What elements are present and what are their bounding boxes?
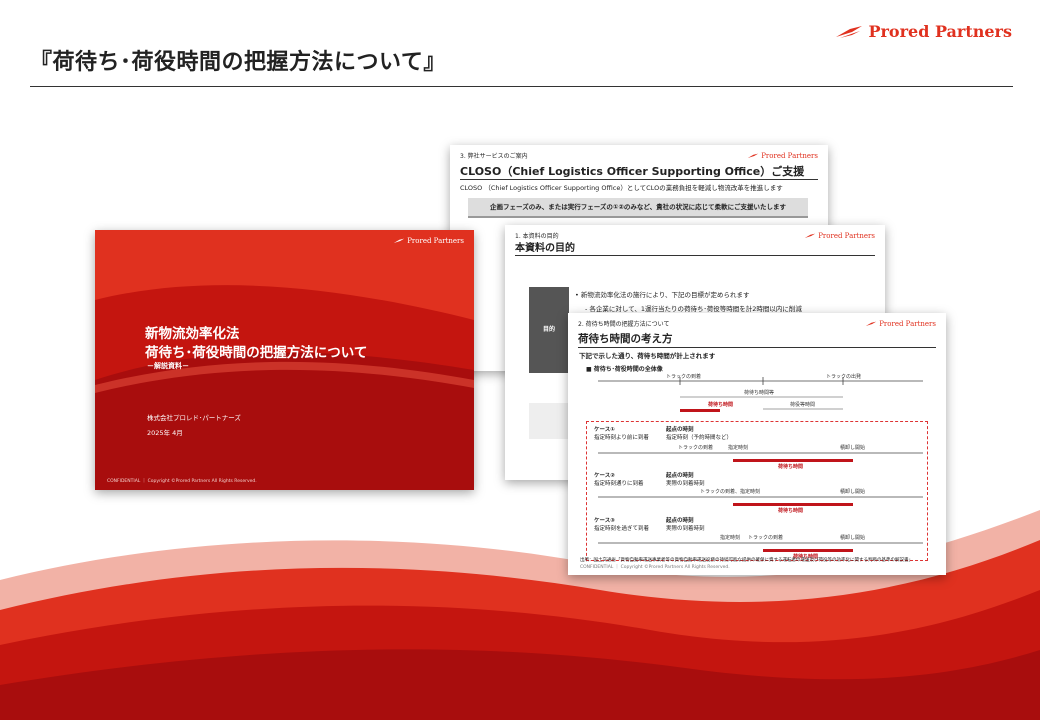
logo-mark-icon	[805, 233, 816, 238]
cover-title-line1: 新物流効率化法	[145, 326, 240, 342]
logo-mark-icon	[748, 153, 759, 158]
case-3-event-2: トラックの到着	[748, 535, 784, 541]
slide-divider	[515, 255, 875, 256]
logo-mark-icon	[394, 238, 405, 243]
case-2-name: ケース②	[594, 473, 615, 479]
purpose-lower-box	[529, 403, 569, 439]
cover-title-line2: 荷待ち･荷役時間の把握方法について	[145, 345, 368, 361]
brand-logo: Prored Partners	[834, 22, 1012, 41]
slide-logo: Prored Partners	[804, 232, 875, 240]
page-title: 『荷待ち･荷役時間の把握方法について』	[30, 50, 446, 75]
purpose-subbullet: - 各企業に対して、1運行当たりの荷待ち･荷役等時間を計2時間以内に削減	[585, 305, 802, 313]
slide-logo: Prored Partners	[747, 152, 818, 160]
waiting-etc-label: 荷待ち時間等	[744, 390, 775, 396]
slide-subtitle: CLOSO （Chief Logistics Officer Supportin…	[460, 184, 783, 192]
case-2-bar-label: 荷待ち時間	[778, 508, 804, 514]
case-1-bar-label: 荷待ち時間	[778, 464, 804, 470]
case-3-start-desc: 実際の到着時刻	[666, 526, 705, 532]
case-1-start-desc: 指定時刻（予約時間など）	[666, 435, 733, 441]
case-3-name: ケース③	[594, 518, 615, 524]
case-2-start-desc: 実際の到着時刻	[666, 481, 705, 487]
slide-divider	[460, 179, 818, 180]
cover-company: 株式会社プロレド･パートナーズ	[147, 414, 241, 422]
slide-source: 出所：国土交通省「貨物自動車運送事業者等の貨物自動車運送役務の持続可能な提供の確…	[580, 558, 913, 563]
case-2-start-label: 起点の時刻	[666, 473, 694, 479]
slide-title: CLOSO（Chief Logistics Officer Supporting…	[460, 165, 805, 178]
cover-subtitle: －解説資料－	[147, 362, 189, 370]
slide-logo: Prored Partners	[393, 237, 464, 245]
waiting-bar-label: 荷待ち時間	[708, 402, 734, 408]
case-1-event-2: 指定時刻	[728, 445, 749, 451]
case-2-event-3: 積卸し開始	[840, 489, 866, 495]
brand-logo-text: Prored Partners	[868, 22, 1012, 41]
case-1-event-1: トラックの到着	[678, 445, 714, 451]
truck-departure-label: トラックの出発	[826, 374, 862, 380]
case-3-event-3: 積卸し開始	[840, 535, 866, 541]
loading-label: 荷役等時間	[790, 402, 816, 408]
case-3-start-label: 起点の時刻	[666, 518, 694, 524]
purpose-label: 目的	[529, 287, 569, 373]
case-1-name: ケース①	[594, 427, 615, 433]
case-3-desc: 指定時刻を過ぎて到着	[594, 526, 650, 532]
slide-thumbnail-cover: Prored Partners 新物流効率化法 荷待ち･荷役時間の把握方法につい…	[95, 230, 474, 490]
case-1-start-label: 起点の時刻	[666, 427, 694, 433]
case-1-event-3: 積卸し開始	[840, 445, 866, 451]
brand-logo-mark-icon	[836, 25, 863, 38]
slide-callout-box: 企画フェーズのみ、または実行フェーズの①②のみなど、貴社の状況に応じて柔軟にご支…	[468, 198, 808, 218]
slide-section-label: 3. 弊社サービスのご案内	[460, 153, 528, 160]
slide-title: 本資料の目的	[515, 243, 575, 254]
case-2-event-1: トラックの到着、指定時刻	[700, 489, 761, 495]
cover-footer: CONFIDENTIAL ｜ Copyright ©Prored Partner…	[107, 479, 257, 484]
slide-thumbnail-waiting-time: 2. 荷待ち時間の把握方法について Prored Partners 荷待ち時間の…	[568, 313, 946, 575]
truck-arrival-label: トラックの到着	[666, 374, 702, 380]
title-divider	[30, 86, 1013, 87]
slide-footer: CONFIDENTIAL ｜ Copyright ©Prored Partner…	[580, 565, 730, 570]
cover-date: 2025年 4月	[147, 429, 183, 437]
case-2-desc: 指定時刻通りに到着	[594, 481, 644, 487]
case-3-event-1: 指定時刻	[720, 535, 741, 541]
purpose-bullet: • 新物流効率化法の施行により、下記の目標が定められます	[575, 291, 750, 299]
case-1-desc: 指定時刻より前に到着	[594, 435, 649, 441]
